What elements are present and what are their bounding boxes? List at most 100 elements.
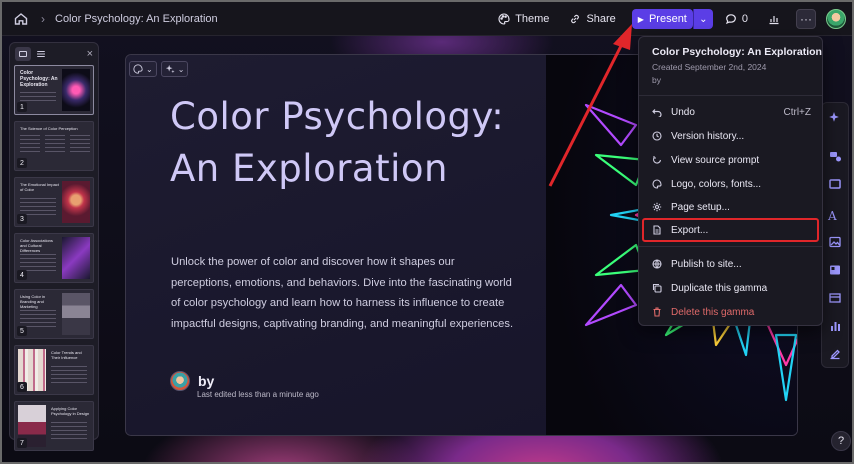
card-view-icon [19, 51, 27, 57]
menu-divider [639, 246, 822, 247]
block-icon [830, 152, 841, 162]
menu-item-label: Version history... [671, 130, 745, 142]
thumbnail-title: Applying Color Psychology in Design [51, 406, 90, 416]
menu-item-page-setup[interactable]: Page setup... [644, 197, 817, 217]
chevron-right-icon: › [41, 11, 45, 26]
menu-item-undo[interactable]: Undo Ctrl+Z [644, 102, 817, 122]
thumbnail-number: 5 [17, 326, 27, 336]
menu-item-label: Delete this gamma [671, 306, 755, 318]
help-button[interactable]: ? [831, 431, 851, 451]
thumbnail-image [62, 237, 90, 279]
thumbnail-view-toggle: × [10, 43, 98, 65]
theme-button[interactable]: Theme [490, 7, 557, 31]
chevron-down-icon: ⌄ [146, 64, 153, 74]
thumbnail-text-lines [70, 135, 90, 155]
menu-item-delete[interactable]: Delete this gamma [644, 302, 817, 322]
author-avatar [170, 371, 190, 391]
insert-table-button[interactable] [828, 291, 842, 305]
app-window: › Color Psychology: An Exploration Theme… [0, 0, 854, 464]
menu-item-label: Page setup... [671, 201, 730, 213]
thumbnail-number: 2 [17, 158, 27, 168]
chevron-down-icon: ⌄ [177, 64, 185, 74]
comment-icon [725, 14, 736, 25]
slide-thumbnail-7[interactable]: Applying Color Psychology in Design 7 [14, 401, 94, 451]
palette-icon [498, 13, 510, 25]
menu-item-label: Logo, colors, fonts... [671, 178, 762, 190]
present-dropdown-button[interactable]: ⌄ [692, 9, 713, 29]
list-view-icon [37, 51, 45, 57]
menu-item-view-source-prompt[interactable]: View source prompt [644, 150, 817, 170]
thumbnail-text-lines [20, 92, 56, 102]
last-edited-text: Last edited less than a minute ago [197, 390, 319, 399]
share-button[interactable]: Share [561, 7, 623, 31]
insert-block-button[interactable] [828, 149, 842, 163]
menu-item-export[interactable]: Export... [642, 218, 819, 242]
menu-item-publish-to-site[interactable]: Publish to site... [644, 254, 817, 274]
document-icon [653, 225, 661, 235]
thumbnail-image [62, 293, 90, 335]
slide-thumbnail-4[interactable]: Color Associations and Cultural Differen… [14, 233, 94, 283]
home-icon[interactable] [13, 11, 29, 27]
card-icon [829, 179, 841, 189]
slide-thumbnail-6[interactable]: Color Trends and Their Influence 6 [14, 345, 94, 395]
slide-content: ⌄ ⌄ Color Psychology: An Exploration Unl… [126, 55, 546, 435]
sparkle-icon [165, 64, 175, 74]
palette-icon [133, 64, 143, 74]
insert-layout-button[interactable] [828, 263, 842, 277]
bar-chart-icon [831, 322, 840, 331]
menu-item-version-history[interactable]: Version history... [644, 126, 817, 146]
right-insert-toolbar: A [821, 102, 849, 368]
ai-edit-button[interactable]: ⌄ [160, 61, 189, 77]
slide-thumbnail-5[interactable]: Using Color in Branding and Marketing 5 [14, 289, 94, 339]
menu-item-logo-colors-fonts[interactable]: Logo, colors, fonts... [644, 174, 817, 194]
analytics-button[interactable] [760, 7, 788, 31]
slide-thumbnail-1[interactable]: Color Psychology: An Exploration 1 [14, 65, 94, 115]
clock-icon [652, 131, 662, 141]
refresh-icon [652, 156, 662, 164]
thumbnail-number: 4 [17, 270, 27, 280]
user-avatar[interactable] [826, 9, 846, 29]
slide-thumbnail-2[interactable]: The Science of Color Perception 2 [14, 121, 94, 171]
ai-assist-button[interactable] [828, 111, 842, 125]
close-icon[interactable]: × [87, 48, 93, 60]
comments-count: 0 [741, 13, 748, 25]
palette-icon [652, 179, 662, 189]
link-icon [571, 14, 580, 24]
list-view-button[interactable] [33, 47, 49, 61]
more-options-button[interactable]: ··· [796, 9, 816, 29]
thumbnail-number: 7 [17, 438, 27, 448]
insert-embed-button[interactable] [828, 347, 842, 361]
globe-icon [652, 259, 662, 269]
present-button[interactable]: ▶ Present [631, 9, 693, 29]
slide-thumbnail-3[interactable]: The Emotional Impact of Color 3 [14, 177, 94, 227]
slide-body-text[interactable]: Unlock the power of color and discover h… [171, 252, 516, 334]
thumbnail-text-lines [45, 135, 65, 155]
chevron-down-icon: ⌄ [699, 13, 708, 25]
card-toolbar: ⌄ ⌄ [129, 61, 189, 77]
slide-heading[interactable]: Color Psychology: An Exploration [170, 91, 530, 195]
menu-item-duplicate[interactable]: Duplicate this gamma [644, 278, 817, 298]
thumbnail-title: Color Associations and Cultural Differen… [20, 238, 53, 253]
thumbnail-number: 3 [17, 214, 27, 224]
thumbnail-title: Using Color in Branding and Marketing [20, 294, 46, 309]
theme-label: Theme [515, 13, 550, 25]
insert-text-button[interactable]: A [828, 207, 842, 223]
document-title[interactable]: Color Psychology: An Exploration [55, 13, 218, 25]
present-label: Present [648, 13, 687, 25]
insert-image-button[interactable] [828, 235, 842, 249]
layout-icon [830, 265, 840, 275]
insert-chart-button[interactable] [828, 319, 842, 333]
card-style-button[interactable]: ⌄ [129, 61, 157, 77]
ellipsis-icon: ··· [800, 12, 812, 26]
menu-created-date: Created September 2nd, 2024 [652, 62, 767, 72]
slide-thumbnails-panel: × Color Psychology: An Exploration 1 The… [9, 42, 99, 451]
insert-card-button[interactable] [828, 177, 842, 191]
table-icon [829, 293, 841, 303]
thumbnail-text-lines [51, 366, 87, 386]
thumbnail-image [62, 69, 90, 111]
menu-doc-title: Color Psychology: An Exploration [652, 46, 822, 58]
menu-doc-meta: Created September 2nd, 2024 by [652, 61, 766, 87]
grid-view-button[interactable] [15, 47, 31, 61]
comments-button[interactable]: 0 [717, 7, 756, 31]
thumbnail-image [62, 181, 90, 223]
